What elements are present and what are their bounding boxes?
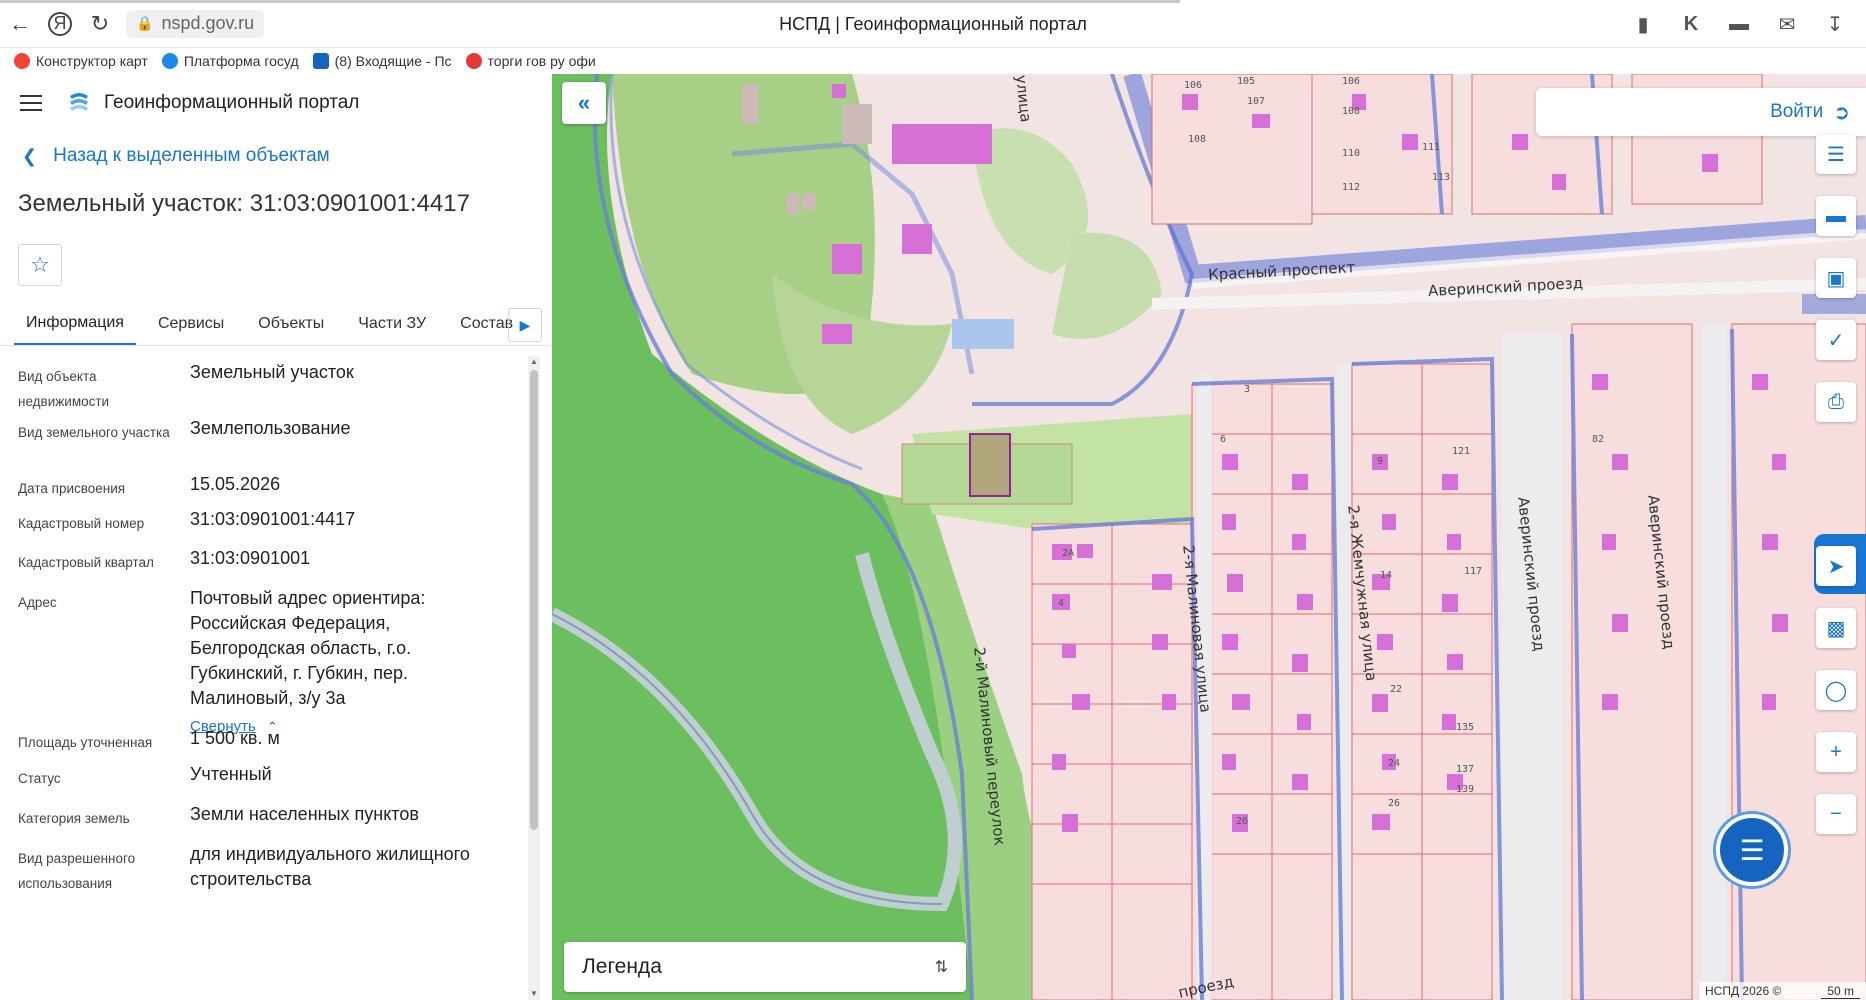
caret-right-icon: ▶ (519, 316, 531, 333)
vk-icon (312, 53, 329, 69)
tab-bar: Информация Сервисы Объекты Части ЗУ Сост… (0, 304, 552, 346)
bookmarks-bar: Конструктор карт Платформа госуд (8) Вхо… (0, 48, 1866, 74)
chevron-left-icon: ❮ (22, 145, 38, 166)
house-number: 108 (1188, 134, 1207, 145)
zoom-in-icon[interactable]: + (1816, 732, 1856, 772)
emblem-icon (161, 53, 178, 69)
house-number: 22 (1390, 684, 1403, 695)
minimap-icon[interactable]: ▩ (1816, 608, 1856, 648)
address-bar[interactable]: 🔒 nspd.gov.ru (126, 9, 265, 38)
yandex-icon[interactable]: Я (48, 11, 72, 36)
ruler-icon[interactable]: ▬ (1816, 196, 1856, 236)
lock-icon: 🔒 (136, 15, 154, 31)
bookmark-item[interactable]: Платформа госуд (161, 53, 299, 69)
favorite-button[interactable]: ☆ (18, 244, 62, 286)
extension-shield-icon[interactable]: ▬ (1722, 7, 1756, 41)
print-icon[interactable]: ⎙ (1816, 382, 1856, 422)
reload-icon[interactable]: ↻ (80, 4, 120, 44)
info-list: Вид объекта недвижимости Земельный участ… (0, 356, 540, 1000)
house-number: 111 (1422, 142, 1441, 153)
url-text: nspd.gov.ru (161, 13, 255, 33)
extension-k-icon[interactable]: K (1674, 7, 1708, 41)
download-icon[interactable]: ↧ (1818, 7, 1852, 41)
house-number: 108 (1342, 106, 1361, 117)
house-number: 110 (1342, 148, 1361, 159)
house-number: 26 (1236, 816, 1249, 827)
scale-bar: 50 m (1821, 984, 1860, 999)
map-canvas[interactable]: Красный проспект Аверинский проезд 2-й М… (552, 74, 1866, 1000)
scroll-down-arrow-icon[interactable]: ▼ (528, 988, 540, 1000)
double-chevron-left-icon: « (577, 90, 591, 115)
yandex-icon (465, 53, 482, 69)
tab-services[interactable]: Сервисы (146, 303, 236, 345)
house-number: 113 (1432, 172, 1451, 183)
search-location-icon[interactable]: ◯ (1816, 670, 1856, 710)
house-number: 9 (1377, 456, 1384, 467)
map-nav-tools: ➤ ▩ ◯ + − (1816, 546, 1856, 856)
page-title: НСПД | Геоинформационный портал (779, 14, 1087, 34)
message-icon: ☰ (1739, 834, 1765, 866)
share-icon[interactable]: ✓ (1816, 320, 1856, 360)
star-icon: ☆ (30, 252, 50, 277)
scroll-up-arrow-icon[interactable]: ▲ (528, 356, 540, 368)
page-load-progress (0, 0, 1180, 3)
menu-icon[interactable] (20, 95, 42, 111)
house-number: 82 (1592, 434, 1605, 445)
bookmark-item[interactable]: торги гов ру офи (465, 53, 596, 69)
scrollbar-thumb[interactable] (530, 370, 538, 830)
house-number: 24 (1388, 758, 1401, 769)
house-number: 4 (1058, 598, 1065, 609)
map-tools: ☰ ▬ ▣ ✓ ⎙ (1816, 134, 1856, 444)
tabs-scroll-right-button[interactable]: ▶ (508, 308, 542, 342)
zoom-out-icon[interactable]: − (1816, 794, 1856, 834)
select-area-icon[interactable]: ▣ (1816, 258, 1856, 298)
tab-objects[interactable]: Объекты (246, 303, 336, 345)
house-number: 139 (1456, 784, 1475, 795)
tab-parts[interactable]: Части ЗУ (346, 303, 438, 345)
map-base-layer (552, 74, 1866, 1000)
bookmark-icon[interactable]: ▮ (1626, 7, 1660, 41)
expand-arrows-icon: ⇅ (934, 959, 948, 976)
extension-chat-icon[interactable]: ✉ (1770, 7, 1804, 41)
house-number: 135 (1456, 722, 1475, 733)
app-header: Геоинформационный портал (0, 74, 552, 132)
object-title: Земельный участок: 31:03:0901001:4417 (18, 190, 470, 217)
bookmark-item[interactable]: (8) Входящие - Пс (312, 53, 452, 69)
app-title: Геоинформационный портал (104, 92, 360, 113)
house-number: 106 (1184, 80, 1203, 91)
bookmark-item[interactable]: Конструктор карт (14, 53, 148, 69)
support-chat-button[interactable]: ☰ (1716, 814, 1788, 886)
legend-toggle[interactable]: Легенда ⇅ (564, 942, 966, 992)
login-button[interactable]: Войти ➲ (1536, 88, 1866, 136)
house-number: 105 (1237, 76, 1256, 87)
house-number: 107 (1247, 96, 1266, 107)
house-number: 3 (1244, 384, 1251, 395)
login-icon: ➲ (1833, 101, 1850, 124)
map-attribution: НСПД 2026 © 50 m (1699, 982, 1866, 1000)
house-number: 106 (1342, 76, 1361, 87)
browser-toolbar: ← Я ↻ 🔒 nspd.gov.ru НСПД | Геоинформацио… (0, 0, 1866, 48)
maps-icon (14, 53, 30, 69)
tab-info[interactable]: Информация (14, 303, 136, 345)
portal-logo-icon (70, 93, 88, 111)
info-panel: Геоинформационный портал ❮ Назад к выдел… (0, 74, 552, 1000)
panel-scrollbar[interactable]: ▲ ▼ (528, 356, 540, 1000)
house-number: 117 (1464, 566, 1483, 577)
house-number: 137 (1456, 764, 1475, 775)
geolocation-icon[interactable]: ➤ (1816, 546, 1856, 586)
house-number: 121 (1452, 446, 1471, 457)
house-number: 26 (1388, 798, 1401, 809)
back-arrow-icon[interactable]: ← (0, 4, 40, 44)
layers-icon[interactable]: ☰ (1816, 134, 1856, 174)
house-number: 112 (1342, 182, 1361, 193)
house-number: 6 (1220, 434, 1227, 445)
house-number: 14 (1380, 570, 1393, 581)
collapse-panel-button[interactable]: « (562, 82, 606, 124)
house-number: 2А (1062, 548, 1075, 559)
back-to-selection-link[interactable]: ❮ Назад к выделенным объектам (0, 132, 552, 180)
